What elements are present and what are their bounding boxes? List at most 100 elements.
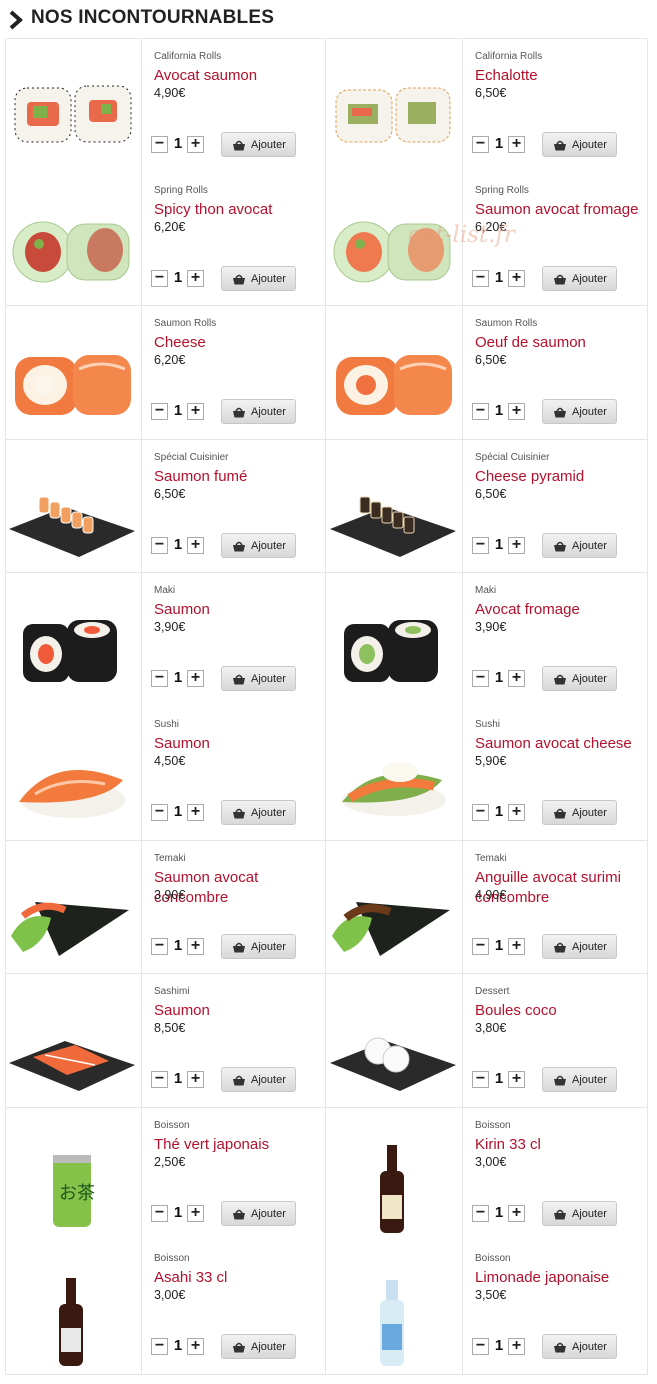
product-name[interactable]: Cheese pyramid — [475, 467, 643, 487]
product-name[interactable]: Thé vert japonais — [154, 1135, 322, 1155]
product-name[interactable]: Boules coco — [475, 1001, 643, 1021]
add-to-cart-button[interactable]: Ajouter — [542, 399, 617, 425]
decrement-button[interactable]: − — [472, 1204, 489, 1222]
increment-button[interactable]: + — [187, 536, 204, 554]
decrement-button[interactable]: − — [472, 403, 489, 421]
increment-button[interactable]: + — [508, 1204, 525, 1222]
decrement-button[interactable]: − — [472, 670, 489, 688]
decrement-button[interactable]: − — [472, 136, 489, 153]
product-image[interactable]: お茶 — [5, 1107, 141, 1241]
add-to-cart-button[interactable]: Ajouter — [221, 933, 296, 959]
product-image[interactable] — [326, 1240, 462, 1374]
increment-button[interactable]: + — [508, 937, 525, 955]
quantity-value[interactable]: 1 — [492, 536, 506, 553]
add-to-cart-button[interactable]: Ajouter — [221, 1334, 296, 1360]
decrement-button[interactable]: − — [151, 536, 168, 554]
quantity-value[interactable]: 1 — [171, 1337, 185, 1354]
decrement-button[interactable]: − — [472, 536, 489, 554]
add-to-cart-button[interactable]: Ajouter — [542, 1334, 617, 1360]
decrement-button[interactable]: − — [472, 937, 489, 955]
add-to-cart-button[interactable]: Ajouter — [221, 265, 296, 291]
product-image[interactable] — [5, 840, 141, 974]
increment-button[interactable]: + — [187, 1071, 204, 1089]
increment-button[interactable]: + — [508, 670, 525, 688]
decrement-button[interactable]: − — [151, 1204, 168, 1222]
product-name[interactable]: Avocat fromage — [475, 600, 643, 620]
decrement-button[interactable]: − — [151, 136, 168, 153]
quantity-value[interactable]: 1 — [171, 669, 185, 686]
product-image[interactable] — [5, 172, 141, 306]
quantity-value[interactable]: 1 — [492, 1070, 506, 1087]
add-to-cart-button[interactable]: Ajouter — [542, 1067, 617, 1093]
increment-button[interactable]: + — [508, 804, 525, 821]
quantity-value[interactable]: 1 — [171, 536, 185, 553]
product-name[interactable]: Kirin 33 cl — [475, 1135, 643, 1155]
quantity-value[interactable]: 1 — [492, 803, 506, 820]
quantity-value[interactable]: 1 — [171, 803, 185, 820]
increment-button[interactable]: + — [187, 269, 204, 287]
product-name[interactable]: Saumon — [154, 734, 322, 754]
product-image[interactable] — [326, 572, 462, 706]
increment-button[interactable]: + — [187, 1338, 204, 1356]
decrement-button[interactable]: − — [472, 1338, 489, 1356]
add-to-cart-button[interactable]: Ajouter — [542, 532, 617, 558]
decrement-button[interactable]: − — [151, 1338, 168, 1356]
increment-button[interactable]: + — [508, 269, 525, 287]
product-image[interactable] — [5, 572, 141, 706]
quantity-value[interactable]: 1 — [171, 402, 185, 419]
product-name[interactable]: Limonade japonaise — [475, 1268, 643, 1288]
increment-button[interactable]: + — [508, 1071, 525, 1089]
product-image[interactable] — [326, 840, 462, 974]
product-name[interactable]: Oeuf de saumon — [475, 333, 643, 353]
decrement-button[interactable]: − — [151, 269, 168, 287]
add-to-cart-button[interactable]: Ajouter — [542, 666, 617, 692]
product-name[interactable]: Saumon avocat cheese — [475, 734, 643, 754]
add-to-cart-button[interactable]: Ajouter — [221, 1200, 296, 1226]
increment-button[interactable]: + — [508, 136, 525, 153]
quantity-value[interactable]: 1 — [171, 269, 185, 286]
increment-button[interactable]: + — [187, 804, 204, 821]
add-to-cart-button[interactable]: Ajouter — [221, 399, 296, 425]
product-image[interactable] — [5, 706, 141, 840]
add-to-cart-button[interactable]: Ajouter — [542, 933, 617, 959]
product-name[interactable]: Cheese — [154, 333, 322, 353]
product-name[interactable]: Echalotte — [475, 66, 643, 86]
increment-button[interactable]: + — [187, 136, 204, 153]
add-to-cart-button[interactable]: Ajouter — [221, 666, 296, 692]
product-image[interactable] — [5, 1240, 141, 1374]
quantity-value[interactable]: 1 — [171, 1070, 185, 1087]
decrement-button[interactable]: − — [151, 937, 168, 955]
product-image[interactable] — [326, 38, 462, 172]
product-image[interactable] — [5, 439, 141, 573]
decrement-button[interactable]: − — [472, 269, 489, 287]
decrement-button[interactable]: − — [151, 670, 168, 688]
increment-button[interactable]: + — [187, 937, 204, 955]
increment-button[interactable]: + — [508, 1338, 525, 1356]
add-to-cart-button[interactable]: Ajouter — [542, 132, 617, 157]
increment-button[interactable]: + — [508, 536, 525, 554]
add-to-cart-button[interactable]: Ajouter — [221, 800, 296, 825]
decrement-button[interactable]: − — [151, 403, 168, 421]
product-name[interactable]: Asahi 33 cl — [154, 1268, 322, 1288]
quantity-value[interactable]: 1 — [171, 135, 185, 152]
quantity-value[interactable]: 1 — [171, 1204, 185, 1221]
product-image[interactable] — [5, 973, 141, 1107]
product-image[interactable] — [5, 38, 141, 172]
product-image[interactable] — [326, 439, 462, 573]
quantity-value[interactable]: 1 — [492, 1204, 506, 1221]
product-name[interactable]: Saumon fumé — [154, 467, 322, 487]
product-name[interactable]: Avocat saumon — [154, 66, 322, 86]
add-to-cart-button[interactable]: Ajouter — [542, 800, 617, 825]
quantity-value[interactable]: 1 — [492, 135, 506, 152]
add-to-cart-button[interactable]: Ajouter — [221, 132, 296, 157]
add-to-cart-button[interactable]: Ajouter — [221, 1067, 296, 1093]
decrement-button[interactable]: − — [151, 1071, 168, 1089]
quantity-value[interactable]: 1 — [492, 1337, 506, 1354]
decrement-button[interactable]: − — [472, 1071, 489, 1089]
product-image[interactable] — [326, 706, 462, 840]
increment-button[interactable]: + — [187, 403, 204, 421]
product-name[interactable]: Saumon — [154, 1001, 322, 1021]
product-image[interactable] — [326, 1107, 462, 1241]
increment-button[interactable]: + — [187, 670, 204, 688]
product-name[interactable]: Saumon — [154, 600, 322, 620]
